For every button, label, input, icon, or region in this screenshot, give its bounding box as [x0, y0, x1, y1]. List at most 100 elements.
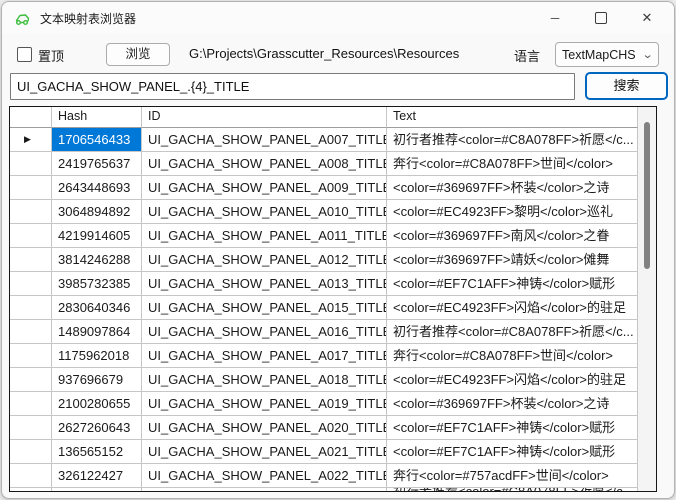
grid-body: ▶1706546433UI_GACHA_SHOW_PANEL_A007_TITL… [10, 128, 638, 492]
row-header-cell[interactable] [10, 416, 52, 440]
cell-hash[interactable]: 1706546433 [52, 128, 142, 152]
textmap-grid: Hash ID Text ▶1706546433UI_GACHA_SHOW_PA… [9, 106, 657, 492]
table-row[interactable]: 2830640346UI_GACHA_SHOW_PANEL_A015_TITLE… [10, 296, 638, 320]
cell-hash[interactable]: 1489097864 [52, 320, 142, 344]
table-row[interactable]: 2419765637UI_GACHA_SHOW_PANEL_A008_TITLE… [10, 152, 638, 176]
grid-header-row: Hash ID Text [10, 107, 638, 128]
cell-hash[interactable]: 2830640346 [52, 296, 142, 320]
cell-hash[interactable]: 2627260643 [52, 416, 142, 440]
cell-hash[interactable]: 326122427 [52, 464, 142, 488]
minimize-button[interactable]: ─ [532, 2, 578, 34]
cell-id[interactable]: UI_GACHA_SHOW_PANEL_A020_TITLE [142, 416, 387, 440]
row-header-cell[interactable] [10, 224, 52, 248]
row-header-cell[interactable] [10, 200, 52, 224]
title-bar[interactable]: 文本映射表浏览器 ─ ✕ [2, 2, 674, 34]
browse-button[interactable]: 浏览 [106, 43, 170, 66]
row-header-cell[interactable] [10, 248, 52, 272]
cell-id[interactable]: UI_GACHA_SHOW_PANEL_A022_TITLE [142, 464, 387, 488]
cell-text[interactable]: <color=#369697FF>南风</color>之眷 [387, 224, 638, 248]
cell-id[interactable]: UI_GACHA_SHOW_PANEL_A017_TITLE [142, 344, 387, 368]
cell-hash[interactable]: 3814246288 [52, 248, 142, 272]
cell-hash[interactable]: 2643448693 [52, 176, 142, 200]
table-row[interactable]: 136565152UI_GACHA_SHOW_PANEL_A021_TITLE<… [10, 440, 638, 464]
table-row[interactable]: 326122427UI_GACHA_SHOW_PANEL_A022_TITLE奔… [10, 464, 638, 488]
cell-text[interactable]: <color=#EC4923FF>闪焰</color>的驻足 [387, 296, 638, 320]
cell-id[interactable]: UI_GACHA_SHOW_PANEL_A021_TITLE [142, 440, 387, 464]
cell-text[interactable]: <color=#369697FF>杯装</color>之诗 [387, 392, 638, 416]
cell-id[interactable]: UI_GACHA_SHOW_PANEL_A013_TITLE [142, 272, 387, 296]
cell-hash[interactable]: 3064894892 [52, 200, 142, 224]
row-header-cell[interactable] [10, 392, 52, 416]
column-header-text[interactable]: Text [387, 107, 638, 128]
cell-id[interactable]: UI_GACHA_SHOW_PANEL_A008_TITLE [142, 152, 387, 176]
row-header-cell[interactable] [10, 176, 52, 200]
table-row[interactable]: 937696679UI_GACHA_SHOW_PANEL_A018_TITLE<… [10, 368, 638, 392]
table-row[interactable]: ▶1706546433UI_GACHA_SHOW_PANEL_A007_TITL… [10, 128, 638, 152]
table-row[interactable]: 3985732385UI_GACHA_SHOW_PANEL_A013_TITLE… [10, 272, 638, 296]
search-input[interactable] [10, 73, 575, 100]
cell-text[interactable]: 奔行<color=#C8A078FF>世间</color> [387, 344, 638, 368]
cell-hash[interactable]: 1175962018 [52, 344, 142, 368]
cell-hash[interactable]: 2419765637 [52, 152, 142, 176]
cell-id[interactable] [142, 488, 387, 492]
scrollbar-thumb[interactable] [644, 122, 650, 269]
row-header-cell[interactable] [10, 488, 52, 492]
cell-text[interactable]: <color=#369697FF>杯装</color>之诗 [387, 176, 638, 200]
language-label: 语言 [514, 46, 540, 65]
column-header-hash[interactable]: Hash [52, 107, 142, 128]
vertical-scrollbar[interactable] [638, 107, 656, 491]
table-row[interactable]: 3064894892UI_GACHA_SHOW_PANEL_A010_TITLE… [10, 200, 638, 224]
cell-id[interactable]: UI_GACHA_SHOW_PANEL_A018_TITLE [142, 368, 387, 392]
cell-text[interactable]: 初行者推荐<color=#C8A078FF>祈愿</c... [387, 320, 638, 344]
table-row[interactable]: 2627260643UI_GACHA_SHOW_PANEL_A020_TITLE… [10, 416, 638, 440]
table-row[interactable]: 2643448693UI_GACHA_SHOW_PANEL_A009_TITLE… [10, 176, 638, 200]
table-row[interactable]: 1175962018UI_GACHA_SHOW_PANEL_A017_TITLE… [10, 344, 638, 368]
cell-id[interactable]: UI_GACHA_SHOW_PANEL_A012_TITLE [142, 248, 387, 272]
cell-text[interactable]: <color=#EF7C1AFF>神铸</color>赋形 [387, 416, 638, 440]
cell-text[interactable]: 奔行<color=#757acdFF>世间</color> [387, 464, 638, 488]
row-header-cell[interactable] [10, 320, 52, 344]
cell-text[interactable]: <color=#EC4923FF>闪焰</color>的驻足 [387, 368, 638, 392]
row-header-cell[interactable] [10, 344, 52, 368]
cell-hash[interactable]: 937696679 [52, 368, 142, 392]
row-header-cell[interactable] [10, 440, 52, 464]
row-header-cell[interactable] [10, 296, 52, 320]
cell-id[interactable]: UI_GACHA_SHOW_PANEL_A015_TITLE [142, 296, 387, 320]
search-button[interactable]: 搜索 [585, 72, 668, 100]
cell-text[interactable]: <color=#EF7C1AFF>神铸</color>赋形 [387, 440, 638, 464]
cell-text[interactable]: 奔行<color=#C8A078FF>世间</color> [387, 152, 638, 176]
close-button[interactable]: ✕ [624, 2, 670, 34]
cell-text[interactable]: <color=#EF7C1AFF>神铸</color>赋形 [387, 272, 638, 296]
row-header-cell[interactable] [10, 464, 52, 488]
pin-checkbox[interactable] [17, 47, 32, 62]
cell-id[interactable]: UI_GACHA_SHOW_PANEL_A019_TITLE [142, 392, 387, 416]
cell-text[interactable]: <color=#EC4923FF>黎明</color>巡礼 [387, 200, 638, 224]
maximize-button[interactable] [578, 2, 624, 34]
table-row[interactable]: 2100280655UI_GACHA_SHOW_PANEL_A019_TITLE… [10, 392, 638, 416]
row-header-cell[interactable] [10, 272, 52, 296]
column-header-id[interactable]: ID [142, 107, 387, 128]
cell-hash[interactable]: 3985732385 [52, 272, 142, 296]
row-header-cell[interactable] [10, 368, 52, 392]
row-header-cell[interactable]: ▶ [10, 128, 52, 152]
language-select[interactable]: TextMapCHS ⌄ [555, 42, 659, 67]
cell-id[interactable]: UI_GACHA_SHOW_PANEL_A009_TITLE [142, 176, 387, 200]
cell-hash[interactable]: 136565152 [52, 440, 142, 464]
table-row[interactable]: 4219914605UI_GACHA_SHOW_PANEL_A011_TITLE… [10, 224, 638, 248]
cell-text[interactable]: 初行者推荐<color=#C8A078FF>祈愿</c... [387, 128, 638, 152]
cell-hash[interactable] [52, 488, 142, 492]
table-row-partial[interactable]: 初行者推荐<color=#C8A078FF>祈愿</c... [10, 488, 638, 492]
cell-id[interactable]: UI_GACHA_SHOW_PANEL_A010_TITLE [142, 200, 387, 224]
cell-text[interactable]: 初行者推荐<color=#C8A078FF>祈愿</c... [387, 488, 638, 492]
cell-text[interactable]: <color=#369697FF>靖妖</color>傩舞 [387, 248, 638, 272]
table-row[interactable]: 3814246288UI_GACHA_SHOW_PANEL_A012_TITLE… [10, 248, 638, 272]
grid-rows: Hash ID Text ▶1706546433UI_GACHA_SHOW_PA… [10, 107, 638, 492]
table-row[interactable]: 1489097864UI_GACHA_SHOW_PANEL_A016_TITLE… [10, 320, 638, 344]
cell-id[interactable]: UI_GACHA_SHOW_PANEL_A007_TITLE [142, 128, 387, 152]
row-header-cell[interactable] [10, 152, 52, 176]
cell-hash[interactable]: 2100280655 [52, 392, 142, 416]
cell-hash[interactable]: 4219914605 [52, 224, 142, 248]
cell-id[interactable]: UI_GACHA_SHOW_PANEL_A016_TITLE [142, 320, 387, 344]
row-header-cell[interactable] [10, 107, 52, 128]
cell-id[interactable]: UI_GACHA_SHOW_PANEL_A011_TITLE [142, 224, 387, 248]
